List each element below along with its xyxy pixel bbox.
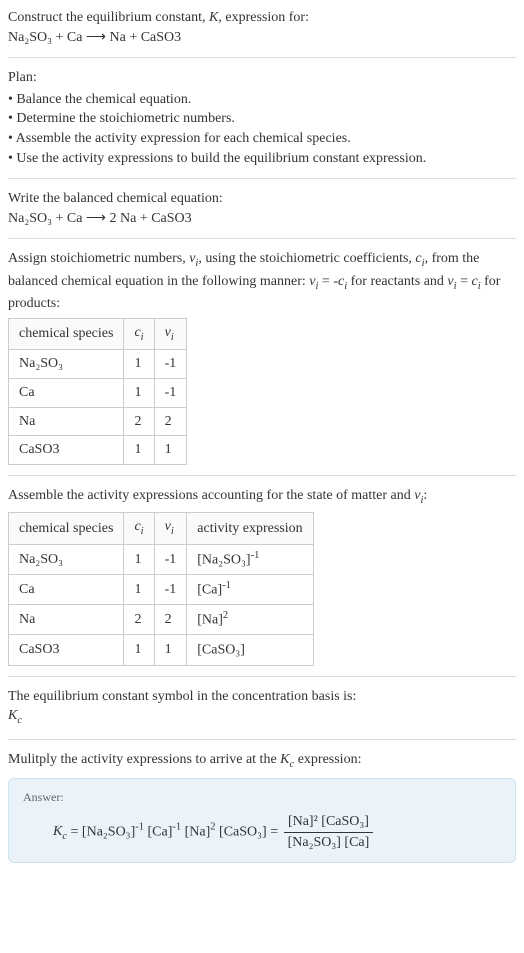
eqsymbol-symbol: Kc [8, 706, 516, 728]
plan-list: Balance the chemical equation. Determine… [8, 90, 516, 168]
assign-text: Assign stoichiometric numbers, νi, using… [8, 249, 516, 314]
balanced-heading: Write the balanced chemical equation: [8, 189, 516, 209]
table-row: CaSO3 1 1 [CaSO₃] [9, 635, 314, 665]
assemble-text: Assemble the activity expressions accoun… [8, 486, 516, 508]
th-activity: activity expression [187, 513, 313, 544]
table-row: Na₂SO₃ 1 -1 [Na₂SO₃]-1 [9, 544, 314, 574]
intro-equation: Na₂SO₃ + Ca ⟶ Na + CaSO3 [8, 28, 516, 48]
plan-item: Balance the chemical equation. [8, 90, 516, 110]
plan-block: Plan: Balance the chemical equation. Det… [8, 68, 516, 168]
th-species: chemical species [9, 318, 124, 349]
balanced-equation: Na₂SO₃ + Ca ⟶ 2 Na + CaSO3 [8, 209, 516, 229]
th-ci: ci [124, 318, 154, 349]
table-row: Ca 1 -1 [Ca]-1 [9, 574, 314, 604]
eqsymbol-block: The equilibrium constant symbol in the c… [8, 687, 516, 729]
answer-expression: Kc = [Na₂SO₃]-1 [Ca]-1 [Na]2 [CaSO₃] = [… [23, 812, 501, 852]
plan-heading: Plan: [8, 68, 516, 88]
multiply-text: Mulitply the activity expressions to arr… [8, 750, 516, 772]
stoich-table: chemical species ci νi Na₂SO₃ 1 -1 Ca 1 … [8, 318, 187, 465]
table-row: Na 2 2 [9, 407, 187, 436]
plan-item: Use the activity expressions to build th… [8, 149, 516, 169]
intro-line1: Construct the equilibrium constant, K, e… [8, 8, 516, 28]
answer-box: Answer: Kc = [Na₂SO₃]-1 [Ca]-1 [Na]2 [Ca… [8, 778, 516, 863]
activity-table: chemical species ci νi activity expressi… [8, 512, 314, 665]
table-row: CaSO3 1 1 [9, 436, 187, 465]
table-row: Na 2 2 [Na]2 [9, 605, 314, 635]
plan-item: Determine the stoichiometric numbers. [8, 109, 516, 129]
intro-block: Construct the equilibrium constant, K, e… [8, 8, 516, 47]
th-ci: ci [124, 513, 154, 544]
th-vi: νi [154, 318, 187, 349]
table-row: Ca 1 -1 [9, 378, 187, 407]
balanced-block: Write the balanced chemical equation: Na… [8, 189, 516, 228]
answer-label: Answer: [23, 789, 501, 806]
plan-item: Assemble the activity expression for eac… [8, 129, 516, 149]
th-species: chemical species [9, 513, 124, 544]
table-row: Na₂SO₃ 1 -1 [9, 350, 187, 379]
eqsymbol-text: The equilibrium constant symbol in the c… [8, 687, 516, 707]
th-vi: νi [154, 513, 187, 544]
